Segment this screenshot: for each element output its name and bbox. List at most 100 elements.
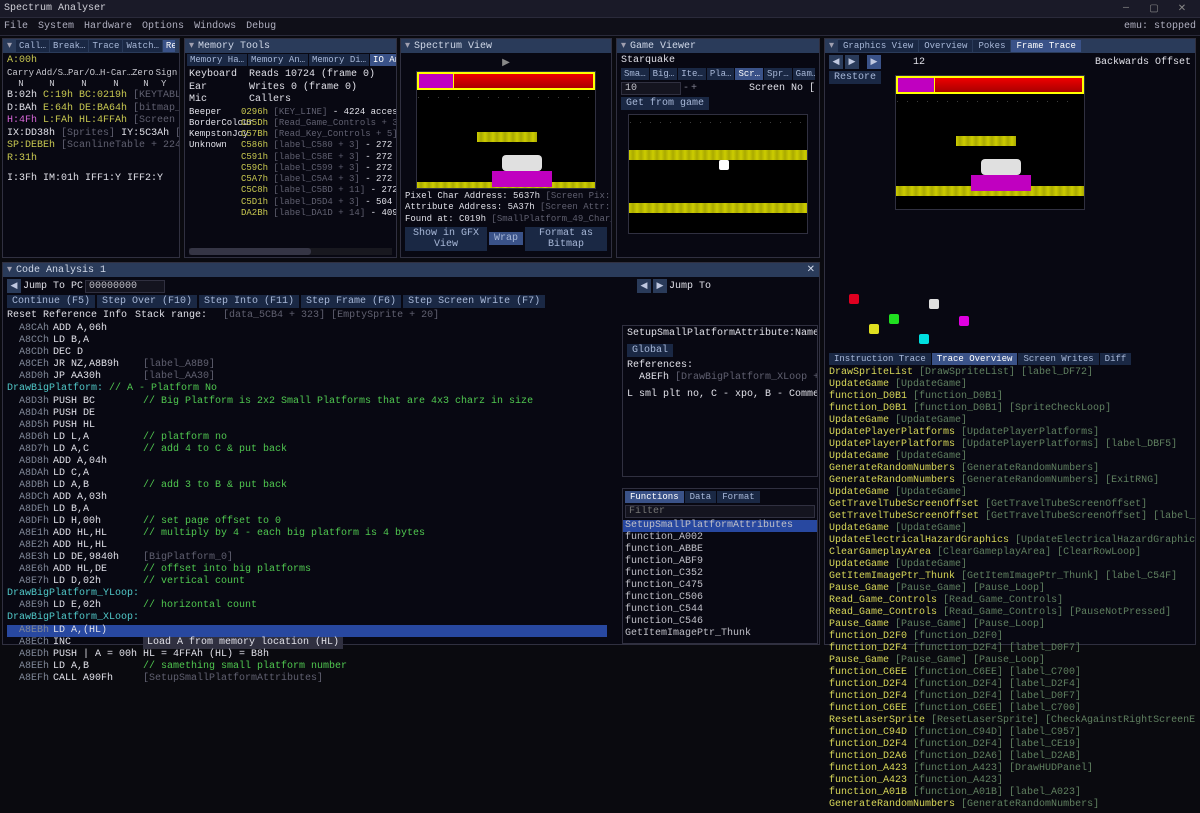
code-line[interactable]: A8CAhADD A,06h — [7, 323, 607, 335]
tab-trace[interactable]: Trace — [89, 40, 122, 52]
menu-windows[interactable]: Windows — [194, 21, 236, 32]
trace-row[interactable]: ClearGameplayArea [ClearGameplayArea] [C… — [829, 547, 1191, 559]
memory-access-row[interactable]: C591h [label_C58E + 3] - 272 acc — [189, 152, 392, 163]
close-panel-icon[interactable]: ✕ — [807, 264, 815, 276]
trace-row[interactable]: UpdateGame [UpdateGame] — [829, 451, 1191, 463]
jump-back-button[interactable]: ◀ — [637, 279, 651, 293]
code-line[interactable]: DrawBigPlatform_XLoop: — [7, 612, 607, 625]
collapse-icon[interactable]: ▾ — [189, 40, 194, 52]
trace-row[interactable]: function_A423 [function_A423] [DrawHUDPa… — [829, 763, 1191, 775]
code-line[interactable]: A8EEhLD A,B// samething small platform n… — [7, 661, 607, 673]
wrap-toggle[interactable]: Wrap — [489, 232, 523, 245]
trace-row[interactable]: GenerateRandomNumbers [GenerateRandomNum… — [829, 799, 1191, 811]
tab-breakpoints[interactable]: Break… — [50, 40, 88, 52]
trace-row[interactable]: function_D2F4 [function_D2F4] [label_CE1… — [829, 739, 1191, 751]
code-line[interactable]: A8E1hADD HL,HL// multiply by 4 - each bi… — [7, 528, 607, 540]
tab-memanalysis[interactable]: Memory An… — [248, 54, 308, 66]
function-list-item[interactable]: function_C506 — [623, 592, 817, 604]
code-line[interactable]: A8D6hLD L,A// platform no — [7, 432, 607, 444]
function-list-item[interactable]: function_A002 — [623, 532, 817, 544]
spectrum-screen[interactable] — [416, 71, 596, 189]
tab-callstack[interactable]: Call… — [16, 40, 49, 52]
code-line[interactable]: A8D8hADD A,04h — [7, 456, 607, 468]
step-over-button[interactable]: Step Over (F10) — [97, 295, 197, 308]
tab-memdiff[interactable]: Memory Di… — [309, 54, 369, 66]
frame-trace-screen[interactable] — [895, 75, 1085, 210]
trace-row[interactable]: UpdateGame [UpdateGame] — [829, 523, 1191, 535]
code-line[interactable]: A8D4hPUSH DE — [7, 408, 607, 420]
trace-row[interactable]: function_D2F4 [function_D2F4] [label_D0F… — [829, 691, 1191, 703]
step-frame-button[interactable]: Step Frame (F6) — [301, 295, 401, 308]
trace-row[interactable]: UpdatePlayerPlatforms [UpdatePlayerPlatf… — [829, 439, 1191, 451]
collapse-icon[interactable]: ▾ — [621, 40, 626, 52]
trace-row[interactable]: Pause_Game [Pause_Game] [Pause_Loop] — [829, 619, 1191, 631]
tab-format[interactable]: Format — [717, 491, 759, 503]
stepper-plus[interactable]: + — [691, 83, 697, 94]
trace-row[interactable]: function_D0B1 [function_D0B1] — [829, 391, 1191, 403]
trace-row[interactable]: UpdateGame [UpdateGame] — [829, 559, 1191, 571]
trace-row[interactable]: function_D2F4 [function_D2F4] [label_D2F… — [829, 679, 1191, 691]
tab-watch[interactable]: Watch… — [123, 40, 161, 52]
trace-row[interactable]: function_C94D [function_C94D] [label_C95… — [829, 727, 1191, 739]
trace-row[interactable]: GetTravelTubeScreenOffset [GetTravelTube… — [829, 511, 1191, 523]
tab-screen[interactable]: Scr… — [735, 68, 763, 80]
code-line[interactable]: A8E3hLD DE,9840h[BigPlatform_0] — [7, 552, 607, 564]
tab-player[interactable]: Pla… — [707, 68, 735, 80]
code-line[interactable]: DrawBigPlatform: // A - Platform No — [7, 383, 607, 396]
code-line[interactable]: A8EBhLD A,(HL) — [7, 625, 607, 637]
trace-row[interactable]: function_A423 [function_A423] — [829, 775, 1191, 787]
code-line[interactable]: A8D0hJP AA30h[label_AA30] — [7, 371, 607, 383]
jump-fwd-button[interactable]: ▶ — [653, 279, 667, 293]
function-list-item[interactable]: SetupSmallPlatformAttributes — [623, 520, 817, 532]
code-line[interactable]: A8EFhCALL A90Fh[SetupSmallPlatformAttrib… — [7, 673, 607, 685]
trace-row[interactable]: UpdateGame [UpdateGame] — [829, 379, 1191, 391]
trace-row[interactable]: function_D0B1 [function_D0B1] [SpriteChe… — [829, 403, 1191, 415]
menu-file[interactable]: File — [4, 21, 28, 32]
tab-memhandler[interactable]: Memory Ha… — [187, 54, 247, 66]
jump-to-pc-input[interactable] — [85, 280, 165, 293]
scrollbar[interactable] — [189, 248, 392, 255]
memory-access-row[interactable]: DA2Bh [label_DA1D + 14] - 4092 a — [189, 208, 392, 219]
code-line[interactable]: A8DEhLD B,A — [7, 504, 607, 516]
maximize-button[interactable]: ▢ — [1140, 3, 1168, 15]
code-line[interactable]: A8D5hPUSH HL — [7, 420, 607, 432]
code-line[interactable]: A8DAhLD C,A — [7, 468, 607, 480]
play-button[interactable]: ▶ — [867, 55, 881, 69]
get-from-game-button[interactable]: Get from game — [621, 97, 709, 110]
code-line[interactable]: A8E6hADD HL,DE// offset into big platfor… — [7, 564, 607, 576]
tab-ioanalysis[interactable]: IO Analys… — [370, 54, 396, 66]
function-list-item[interactable]: function_ABF9 — [623, 556, 817, 568]
code-line[interactable]: A8DBhLD A,B// add 3 to B & put back — [7, 480, 607, 492]
menu-hardware[interactable]: Hardware — [84, 21, 132, 32]
tab-big[interactable]: Big… — [650, 68, 678, 80]
function-list-item[interactable]: function_C352 — [623, 568, 817, 580]
menu-debug[interactable]: Debug — [246, 21, 276, 32]
trace-row[interactable]: DrawSpriteList [DrawSpriteList] [label_D… — [829, 367, 1191, 379]
screen-no-input[interactable] — [621, 82, 681, 95]
code-line[interactable]: DrawBigPlatform_YLoop: — [7, 588, 607, 601]
code-line[interactable]: A8DChADD A,03h — [7, 492, 607, 504]
code-line[interactable]: A8DFhLD H,00h// set page offset to 0 — [7, 516, 607, 528]
play-icon[interactable]: ▶ — [502, 58, 510, 69]
reference-item[interactable]: A8EFh [DrawBigPlatform_XLoop + 4] — [627, 372, 813, 385]
step-into-button[interactable]: Step Into (F11) — [199, 295, 299, 308]
memory-access-row[interactable]: C5D1h [label_D5D4 + 3] - 504 accesse — [189, 197, 392, 208]
tab-instruction-trace[interactable]: Instruction Trace — [829, 353, 931, 365]
collapse-icon[interactable]: ▾ — [7, 264, 12, 276]
tab-pokes[interactable]: Pokes — [973, 40, 1010, 52]
memory-access-row[interactable]: C5A7h [label_C5A4 + 3] - 272 acc — [189, 174, 392, 185]
memory-access-row[interactable]: Beeper0296h [KEY_LINE] - 4224 accesses — [189, 107, 392, 118]
restore-button[interactable]: Restore — [829, 71, 881, 84]
trace-row[interactable]: GenerateRandomNumbers [GenerateRandomNum… — [829, 475, 1191, 487]
format-bitmap-button[interactable]: Format as Bitmap — [525, 227, 607, 251]
function-list-item[interactable]: GetItemImagePtr_Thunk — [623, 628, 817, 640]
tab-frame-trace[interactable]: Frame Trace — [1011, 40, 1080, 52]
trace-row[interactable]: Read_Game_Controls [Read_Game_Controls] — [829, 595, 1191, 607]
trace-row[interactable]: GenerateRandomNumbers [GenerateRandomNum… — [829, 463, 1191, 475]
collapse-icon[interactable]: ▾ — [405, 40, 410, 52]
step-screen-write-button[interactable]: Step Screen Write (F7) — [403, 295, 545, 308]
global-button[interactable]: Global — [627, 344, 673, 357]
continue-button[interactable]: Continue (F5) — [7, 295, 95, 308]
function-list-item[interactable]: function_C544 — [623, 604, 817, 616]
menu-options[interactable]: Options — [142, 21, 184, 32]
